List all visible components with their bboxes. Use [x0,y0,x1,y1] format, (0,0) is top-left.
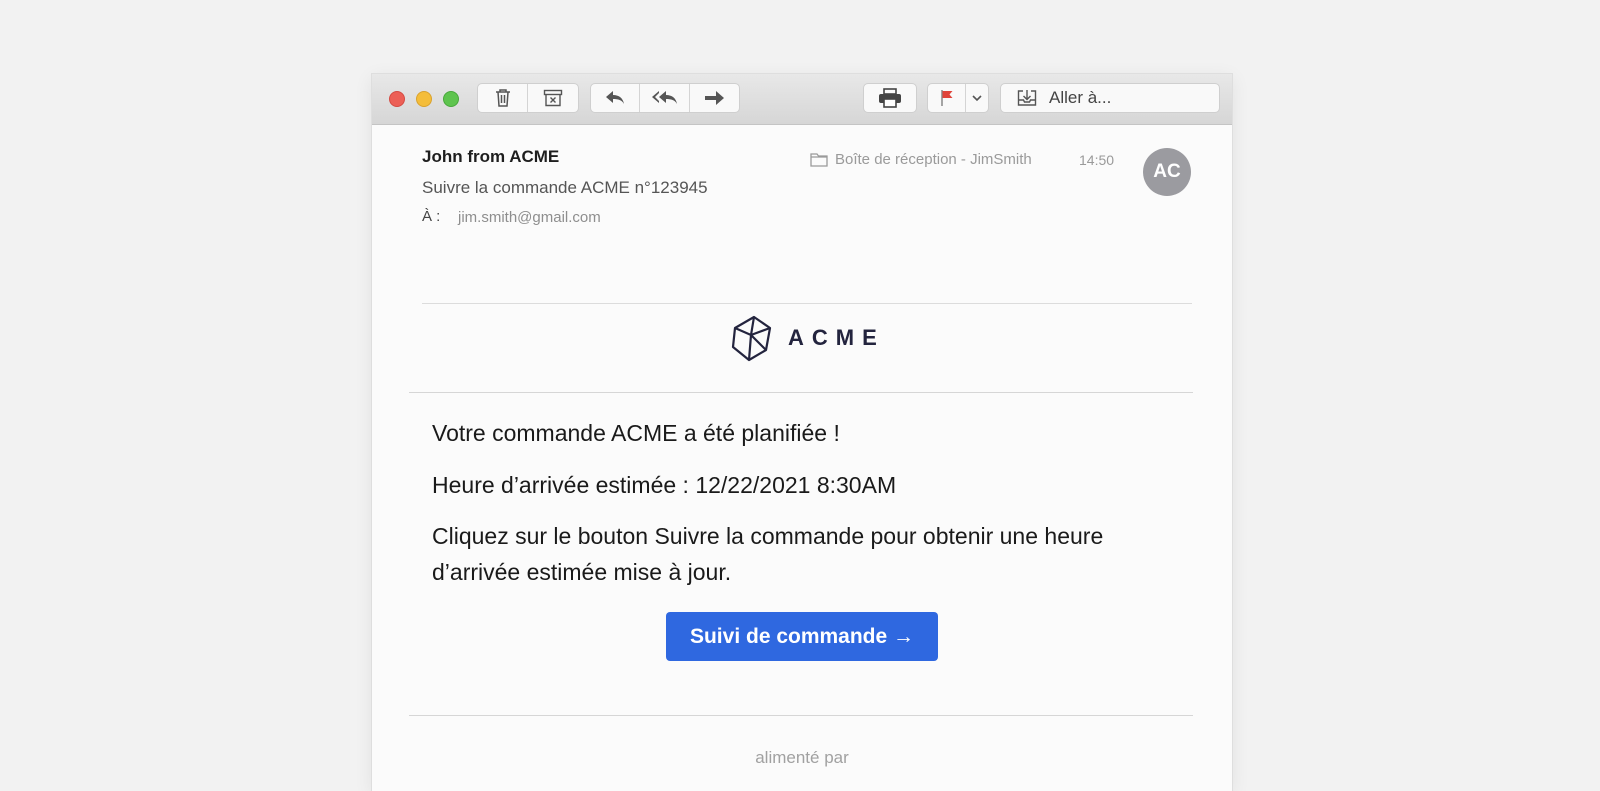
zoom-window-button[interactable] [443,91,459,107]
forward-icon [705,91,725,105]
reply-all-icon [651,91,677,104]
message-header: John from ACME Suivre la commande ACME n… [372,125,1232,325]
avatar: AC [1143,148,1191,196]
to-label: À : [422,208,441,225]
move-to-button[interactable]: Aller à... [1000,83,1220,113]
flag-button[interactable] [928,84,966,112]
flag-icon [940,90,952,106]
cube-logo-icon [731,315,772,362]
message-time: 14:50 [1079,152,1115,168]
folder-icon [810,153,828,167]
flag-group [927,83,989,113]
body-divider-top [409,392,1193,393]
reply-icon [606,91,625,104]
track-order-button[interactable]: Suivi de commande → [666,612,938,661]
flag-menu-button[interactable] [966,84,988,112]
email-headline: Votre commande ACME a été planifiée ! [432,420,840,446]
trash-icon [495,89,510,107]
instructions-text: Cliquez sur le bouton Suivre la commande… [432,523,1104,585]
acme-logo: ACME [730,314,885,362]
eta-text: Heure d’arrivée estimée : 12/22/2021 8:3… [432,472,897,498]
minimize-window-button[interactable] [416,91,432,107]
reply-forward-group [590,83,740,113]
move-to-label: Aller à... [1049,88,1112,107]
chevron-down-icon [972,95,982,102]
powered-by-text: alimenté par [755,748,849,767]
brand-name: ACME [788,325,885,350]
delete-button[interactable] [478,84,528,112]
recipient-address[interactable]: jim.smith@gmail.com [458,209,601,226]
forward-button[interactable] [690,84,739,112]
delete-archive-group [477,83,579,113]
mail-window: Aller à... John from ACME Suivre la comm… [372,74,1232,791]
header-divider [422,303,1192,304]
close-window-button[interactable] [389,91,405,107]
mailbox-location[interactable]: Boîte de réception - JimSmith [810,151,1032,168]
message-subject: Suivre la commande ACME n°123945 [422,178,708,197]
toolbar: Aller à... [372,74,1232,125]
archive-button[interactable] [528,84,578,112]
move-to-icon [1017,90,1037,106]
body-divider-bottom [409,715,1193,716]
print-icon [879,88,901,108]
reply-all-button[interactable] [640,84,690,112]
archive-icon [543,89,563,107]
reply-button[interactable] [591,84,641,112]
print-group [863,83,917,113]
mailbox-name: Boîte de réception - JimSmith [835,151,1032,168]
sender-name: John from ACME [422,147,560,166]
print-button[interactable] [864,84,916,112]
